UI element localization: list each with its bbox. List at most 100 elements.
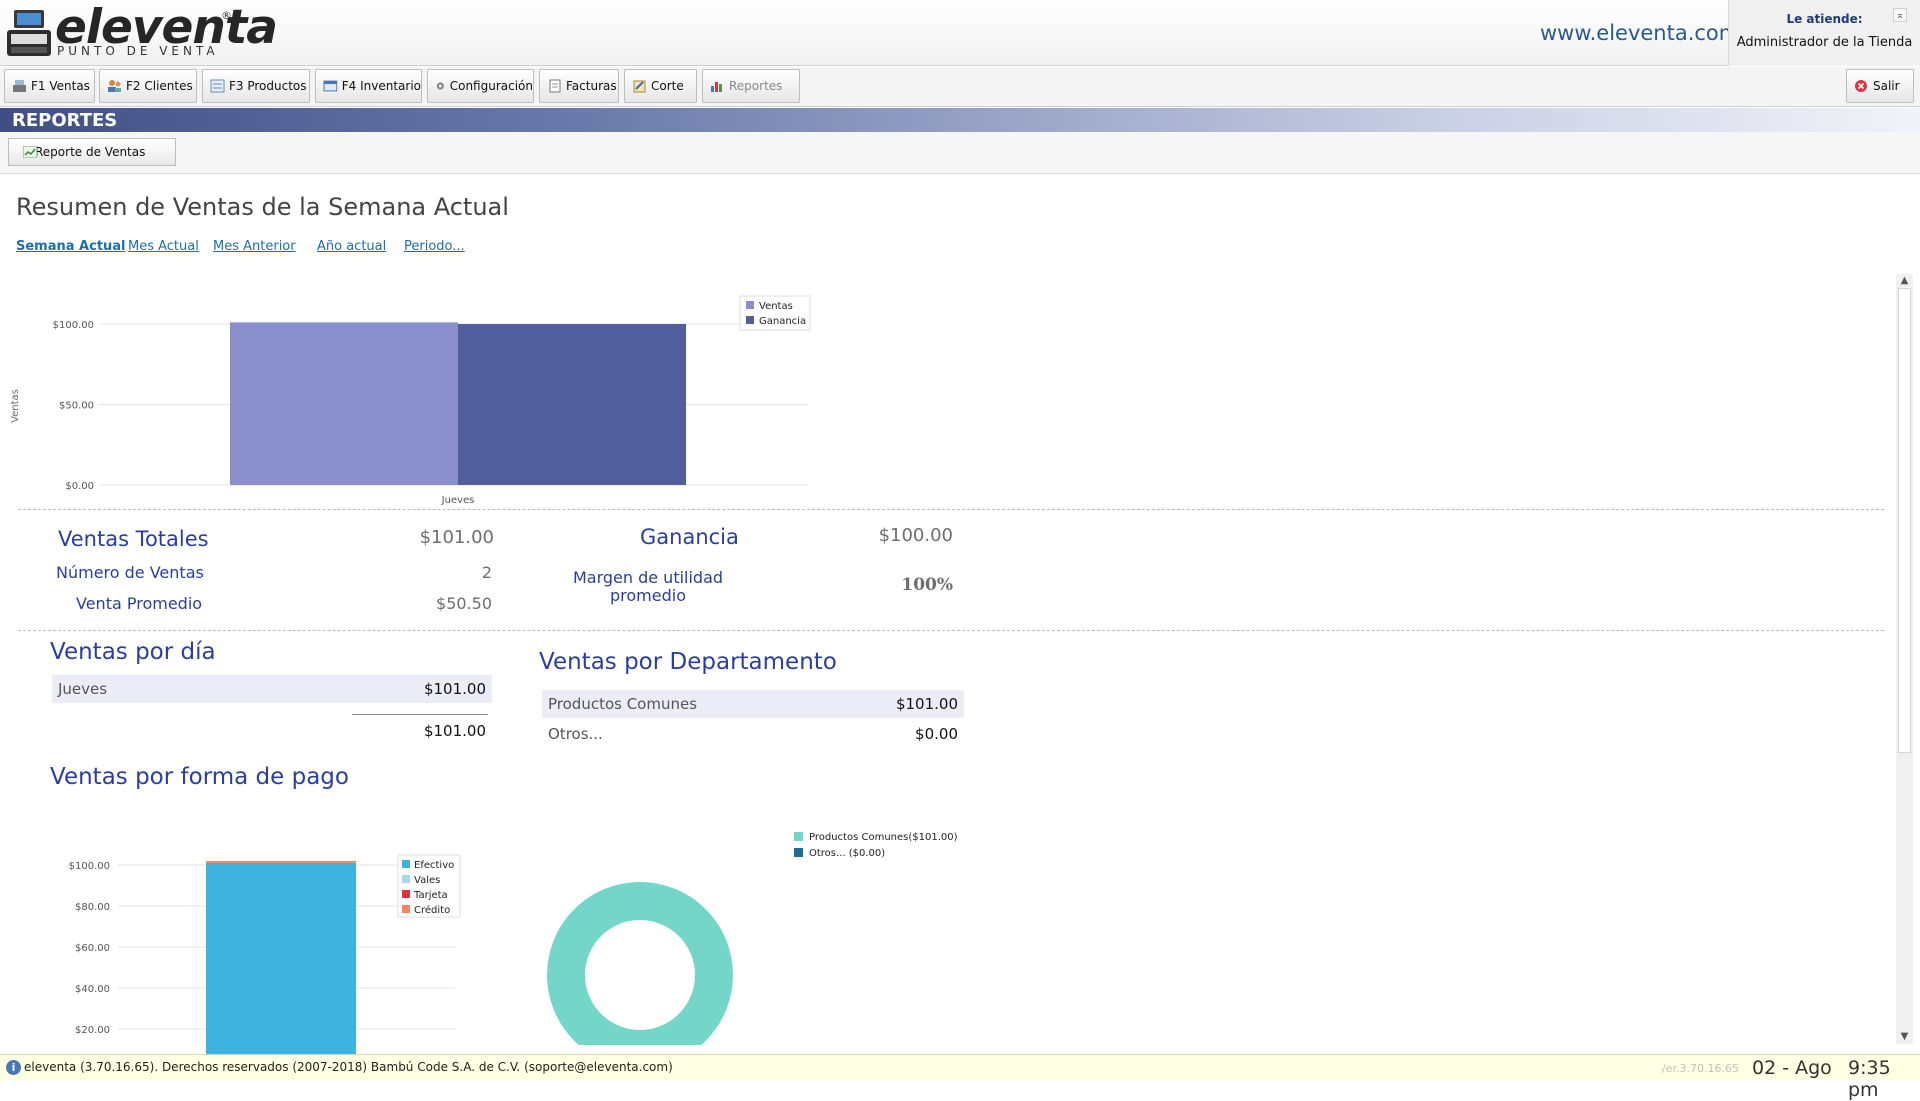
y-tick-label: $50.00 (59, 401, 94, 412)
x-tick-label: Jueves (441, 495, 475, 506)
profit-label: Ganancia (640, 525, 739, 549)
scroll-thumb[interactable] (1898, 288, 1911, 753)
ventas-button[interactable]: F1 Ventas (4, 69, 95, 103)
exit-icon (1855, 80, 1867, 92)
department-label: Otros... (548, 725, 603, 743)
margin-label-line-1: Margen de utilidad (572, 568, 724, 587)
clientes-button[interactable]: F2 Clientes (99, 69, 197, 103)
cash-register-icon (13, 80, 26, 92)
legend-swatch (402, 905, 410, 913)
profit-value: $100.00 (878, 525, 953, 546)
day-total-value: $101.00 (423, 722, 486, 740)
status-time: 9:35 pm (1848, 1057, 1891, 1101)
bar-credito-cap (206, 860, 356, 863)
legend-label: Crédito (414, 904, 450, 916)
payment-method-chart: $100.00 $80.00 $60.00 $40.00 $20.00 Efectivo V… (69, 854, 461, 1055)
productos-button-label: F3 Productos (229, 79, 307, 93)
salir-button[interactable]: Salir (1846, 69, 1914, 103)
divider-1 (18, 509, 1884, 510)
legend-swatch (794, 848, 803, 857)
bar-efectivo (206, 862, 356, 1055)
avg-sale-value: $50.50 (436, 594, 492, 613)
legend-swatch (794, 832, 803, 841)
attendant-panel: Le atiende: Administrador de la Tienda (1728, 0, 1920, 66)
content-scrollbar[interactable]: ▲ ▼ (1896, 274, 1913, 1044)
sales-by-payment-title: Ventas por forma de pago (50, 764, 349, 790)
gear-icon (436, 82, 444, 90)
report-content: Resumen de Ventas de la Semana Actual Se… (0, 175, 1920, 1055)
salir-button-label: Salir (1873, 79, 1900, 93)
cash-register-logo-icon (7, 10, 51, 56)
y-tick-label: $40.00 (75, 984, 110, 995)
inventario-button[interactable]: F4 Inventario (315, 69, 422, 103)
y-axis-label: Ventas (10, 389, 21, 423)
day-total-row: $101.00 (352, 717, 492, 745)
day-label: Jueves (58, 680, 108, 698)
report-subtoolbar: Reporte de Ventas (0, 132, 1920, 174)
facturas-button-label: Facturas (566, 79, 617, 93)
sales-by-day-title: Ventas por día (50, 639, 216, 665)
period-periodo-link[interactable]: Periodo... (404, 239, 465, 254)
period-mes-actual-link[interactable]: Mes Actual (128, 239, 199, 254)
legend-label: Ventas (759, 301, 793, 312)
legend-label: Productos Comunes($101.00) (809, 832, 958, 843)
website-link[interactable]: www.eleventa.com (1540, 21, 1739, 45)
period-mes-anterior-link[interactable]: Mes Anterior (213, 239, 296, 254)
legend-label: Ganancia (759, 316, 806, 327)
main-toolbar: F1 Ventas F2 Clientes F3 Productos F4 In… (0, 67, 1920, 107)
configuracion-button[interactable]: Configuración (427, 69, 534, 103)
scroll-down-icon[interactable]: ▼ (1898, 1031, 1911, 1043)
configuracion-button-label: Configuración (449, 79, 533, 93)
department-value: $101.00 (895, 695, 958, 713)
sales-by-department-title: Ventas por Departamento (539, 649, 837, 675)
invoice-icon (549, 79, 561, 93)
cash-cut-icon (633, 80, 646, 93)
window-corner-icon[interactable]: ⌅ (1893, 8, 1907, 22)
scroll-up-icon[interactable]: ▲ (1898, 275, 1911, 287)
status-copyright: eleventa (3.70.16.65). Derechos reservad… (24, 1060, 673, 1074)
period-semana-actual-link[interactable]: Semana Actual (16, 239, 126, 254)
legend-swatch (402, 860, 410, 868)
corte-button-label: Corte (651, 79, 684, 93)
divider-2 (18, 630, 1884, 631)
customers-icon (108, 80, 121, 92)
page-title: Resumen de Ventas de la Semana Actual (16, 193, 509, 221)
status-version: /er.3.70.16.65 (1662, 1062, 1739, 1075)
attendant-name: Administrador de la Tienda (1736, 35, 1913, 50)
attendant-label: Le atiende: (1786, 12, 1863, 26)
day-value: $101.00 (423, 680, 486, 698)
table-row: Jueves $101.00 (52, 675, 492, 703)
bar-ganancia (458, 324, 686, 485)
inventario-button-label: F4 Inventario (341, 79, 421, 93)
department-value: $0.00 (915, 725, 958, 743)
period-anio-actual-link[interactable]: Año actual (317, 239, 386, 254)
legend-swatch (746, 316, 754, 324)
facturas-button[interactable]: Facturas (539, 69, 619, 103)
productos-button[interactable]: F3 Productos (202, 69, 310, 103)
ventas-button-label: F1 Ventas (31, 79, 90, 93)
total-rule (352, 714, 488, 715)
app-header: eleventa ® PUNTO DE VENTA www.eleventa.c… (0, 0, 1920, 66)
bar-chart-icon (711, 82, 722, 92)
legend-label: Efectivo (414, 860, 454, 871)
avg-sale-label: Venta Promedio (76, 594, 203, 613)
section-title: REPORTES (12, 110, 118, 131)
weekly-sales-chart: $100.00 $50.00 $0.00 Ventas Jueves Ventas Gana… (10, 295, 811, 506)
brand-subtitle: PUNTO DE VENTA (57, 44, 219, 58)
y-tick-label: $20.00 (75, 1025, 110, 1036)
products-icon (210, 79, 225, 93)
sales-report-button[interactable]: Reporte de Ventas (8, 138, 176, 166)
margin-label-line-2: promedio (610, 586, 686, 605)
y-tick-label: $100.00 (69, 861, 110, 872)
y-tick-label: $0.00 (65, 481, 94, 492)
margin-value: 100% (901, 575, 953, 595)
y-tick-label: $80.00 (75, 902, 110, 913)
table-row: Productos Comunes $101.00 (542, 690, 964, 718)
reportes-button[interactable]: Reportes (702, 69, 800, 103)
line-chart-icon (23, 146, 37, 158)
info-icon: i (6, 1060, 21, 1075)
legend-label: Vales (414, 875, 440, 886)
corte-button[interactable]: Corte (624, 69, 697, 103)
status-bar: i eleventa (3.70.16.65). Derechos reserv… (0, 1054, 1920, 1101)
legend-swatch (402, 890, 410, 898)
